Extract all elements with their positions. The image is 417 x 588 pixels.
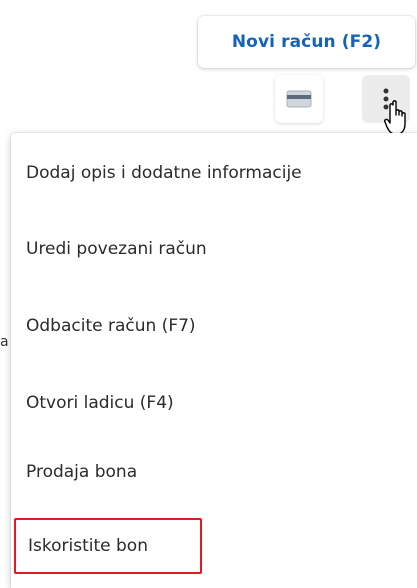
menu-item-label: Odbacite račun (F7) [26,316,196,336]
menu-item-redeem-voucher[interactable]: Iskoristite bon [14,518,202,574]
menu-item-discard-receipt[interactable]: Odbacite račun (F7) [11,298,417,354]
menu-item-edit-linked-receipt[interactable]: Uredi povezani račun [11,221,417,277]
menu-item-label: Uredi povezani račun [26,239,207,259]
menu-item-open-drawer[interactable]: Otvori ladicu (F4) [11,375,417,431]
menu-item-label: Iskoristite bon [28,536,148,556]
more-options-menu: Dodaj opis i dodatne informacije Uredi p… [11,133,417,588]
partial-background-text: a [0,334,9,350]
menu-item-label: Dodaj opis i dodatne informacije [26,163,302,183]
new-receipt-button[interactable]: Novi račun (F2) [198,16,415,68]
menu-item-add-description[interactable]: Dodaj opis i dodatne informacije [11,145,417,201]
credit-card-icon [286,90,312,108]
menu-item-sell-voucher[interactable]: Prodaja bona [11,444,417,500]
new-receipt-label: Novi račun (F2) [231,32,382,52]
more-vertical-icon [383,88,389,110]
menu-item-label: Prodaja bona [26,462,138,482]
app-canvas: Novi račun (F2) a Dodaj opis i dodatne i… [0,0,417,588]
card-payment-button[interactable] [275,75,323,123]
more-options-button[interactable] [362,75,410,123]
menu-item-label: Otvori ladicu (F4) [26,393,174,413]
